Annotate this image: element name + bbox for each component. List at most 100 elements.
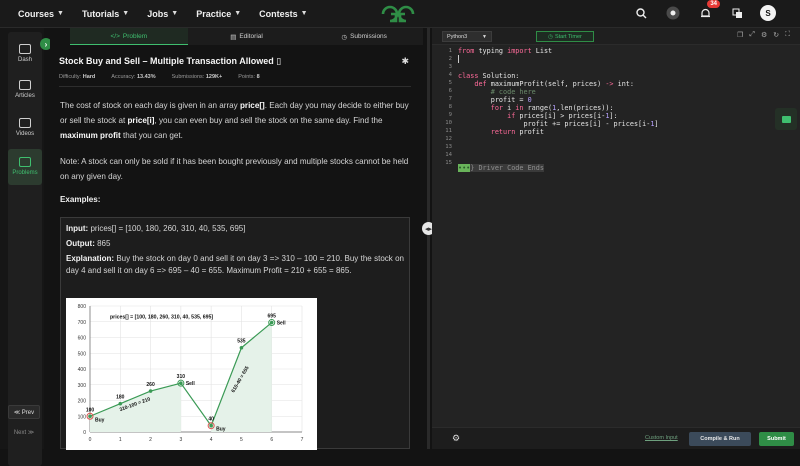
chevron-down-icon: ▼	[122, 10, 130, 17]
code-token: if	[458, 111, 516, 120]
code-line-5[interactable]: def maximumProfit(self, prices) -> int:	[458, 80, 634, 88]
fullscreen-icon[interactable]: ⤢	[749, 31, 755, 39]
divider	[59, 86, 411, 87]
pane-splitter[interactable]	[427, 28, 430, 449]
sidebar-item-dash[interactable]: Dash	[8, 44, 42, 74]
example-output: Output: 865	[66, 238, 404, 250]
meta-label: Submissions:	[171, 74, 205, 80]
tab-editorial[interactable]: ▤ Editorial	[188, 28, 306, 45]
sidebar-item-videos[interactable]: Videos	[8, 118, 42, 148]
code-line-10[interactable]: profit += prices[i] - prices[i-1]	[458, 119, 658, 128]
line-number: 9	[448, 112, 452, 118]
chevron-down-icon: ▼	[171, 10, 179, 17]
code-line-7[interactable]: profit = 0	[458, 96, 532, 104]
desc-text: , you can even buy and sell the stock on…	[154, 116, 383, 125]
line-number: 11	[445, 128, 452, 134]
nav-courses[interactable]: Courses ▼	[18, 9, 64, 19]
gfg-logo-icon[interactable]	[380, 4, 416, 24]
code-line-6[interactable]: # code here	[458, 88, 536, 96]
sidebar-item-label: Articles	[15, 93, 35, 99]
code-token: profit	[515, 127, 544, 136]
problem-pane: </> Problem ▤ Editorial ◷ Submissions Stock…	[50, 28, 423, 450]
marker-label: Sell	[186, 381, 196, 387]
nav-jobs[interactable]: Jobs ▼	[147, 9, 178, 19]
tab-problem[interactable]: </> Problem	[70, 28, 188, 45]
line-number: 10	[445, 120, 452, 126]
search-icon[interactable]	[632, 4, 650, 22]
line-number: 6	[448, 88, 452, 94]
y-tick-label: 300	[78, 383, 87, 389]
nav-practice[interactable]: Practice ▼	[196, 9, 241, 19]
price-point	[148, 389, 153, 393]
marker-label: Sell	[277, 321, 287, 327]
nav-tutorials[interactable]: Tutorials ▼	[82, 9, 129, 19]
meta-label: Accuracy:	[111, 74, 136, 80]
x-tick-label: 0	[89, 437, 92, 443]
code-token: profit += prices[i] - prices[i-	[458, 119, 651, 128]
line-number: 12	[445, 136, 452, 142]
expand-icon[interactable]: ⛶	[785, 31, 790, 39]
example-label: Input:	[66, 224, 89, 233]
sidebar-item-articles[interactable]: Articles	[8, 80, 42, 110]
editor-footer: ⚙ Custom Input Compile & Run Submit	[432, 427, 800, 449]
price-point	[209, 423, 213, 428]
price-point	[239, 345, 244, 350]
y-tick-label: 400	[78, 367, 87, 373]
code-line-15[interactable]: •••} Driver Code Ends	[458, 163, 544, 172]
x-tick-label: 1	[119, 437, 122, 443]
code-line-4[interactable]: class Solution:	[458, 72, 519, 80]
line-number: 13	[445, 144, 452, 150]
code-token: return	[458, 127, 516, 136]
nav-label: Practice	[196, 8, 232, 19]
code-line-11[interactable]: return profit	[458, 128, 544, 136]
meta-value: 129K+	[205, 74, 223, 80]
code-token: def	[458, 79, 487, 88]
compile-run-button[interactable]: Compile & Run	[689, 432, 751, 446]
tab-submissions[interactable]: ◷ Submissions	[305, 28, 423, 45]
nav-contests[interactable]: Contests ▼	[259, 9, 307, 19]
price-value-label: 100	[86, 407, 95, 413]
reset-icon[interactable]: ↻	[773, 31, 779, 39]
code-line-1[interactable]: from typing import List	[458, 47, 552, 55]
chevron-down-icon: ▼	[57, 10, 64, 17]
sidebar-item-label: Dash	[17, 57, 32, 63]
chat-icon[interactable]	[775, 108, 797, 130]
prev-button[interactable]: ≪ Prev	[8, 405, 40, 419]
x-tick-label: 6	[270, 437, 273, 443]
custom-input-link[interactable]: Custom Input	[645, 435, 678, 441]
gear-icon[interactable]: ⚙	[452, 433, 460, 444]
chevron-down-icon: ▼	[300, 10, 308, 17]
submit-button[interactable]: Submit	[759, 432, 794, 446]
meta-value: 8	[256, 74, 260, 80]
problem-tabs: </> Problem ▤ Editorial ◷ Submissions	[70, 28, 423, 45]
report-bug-icon[interactable]: ✱	[401, 56, 409, 67]
next-button[interactable]: Next ≫	[8, 426, 40, 438]
price-value-label: 40	[208, 417, 214, 423]
sidebar-item-problems[interactable]: Problems	[8, 149, 42, 185]
line-number: 2	[448, 56, 452, 62]
code-token: from	[458, 47, 475, 55]
marker-label: Buy	[95, 417, 105, 423]
desc-bold: price[]	[239, 101, 265, 110]
meta-label: Points:	[238, 74, 256, 80]
price-value-label: 310	[177, 374, 186, 380]
settings-icon[interactable]: ⚙	[761, 31, 767, 39]
copy-icon[interactable]: ❐	[737, 31, 743, 39]
translate-icon[interactable]	[728, 4, 746, 22]
notification-bell-icon[interactable]: 34	[696, 0, 720, 22]
nav-label: Jobs	[147, 8, 169, 19]
avatar[interactable]: S	[760, 5, 776, 21]
code-token: Solution:	[478, 71, 520, 80]
language-select[interactable]: Python3 ▼	[442, 31, 492, 42]
code-line-9[interactable]: if prices[i] > prices[i-1]:	[458, 112, 618, 120]
collapsed-code-marker[interactable]: •••	[458, 163, 471, 172]
x-tick-label: 7	[301, 437, 304, 443]
start-timer-button[interactable]: ◷ Start Timer	[536, 31, 594, 42]
code-token: List	[531, 47, 553, 55]
theme-toggle-icon[interactable]	[664, 4, 682, 22]
bookmark-icon[interactable]: ▯	[276, 56, 281, 66]
price-value-label: 260	[146, 382, 155, 388]
language-value: Python3	[447, 33, 468, 40]
sidebar-item-label: Videos	[15, 131, 35, 137]
code-line-8[interactable]: for i in range(1,len(prices)):	[458, 104, 614, 112]
